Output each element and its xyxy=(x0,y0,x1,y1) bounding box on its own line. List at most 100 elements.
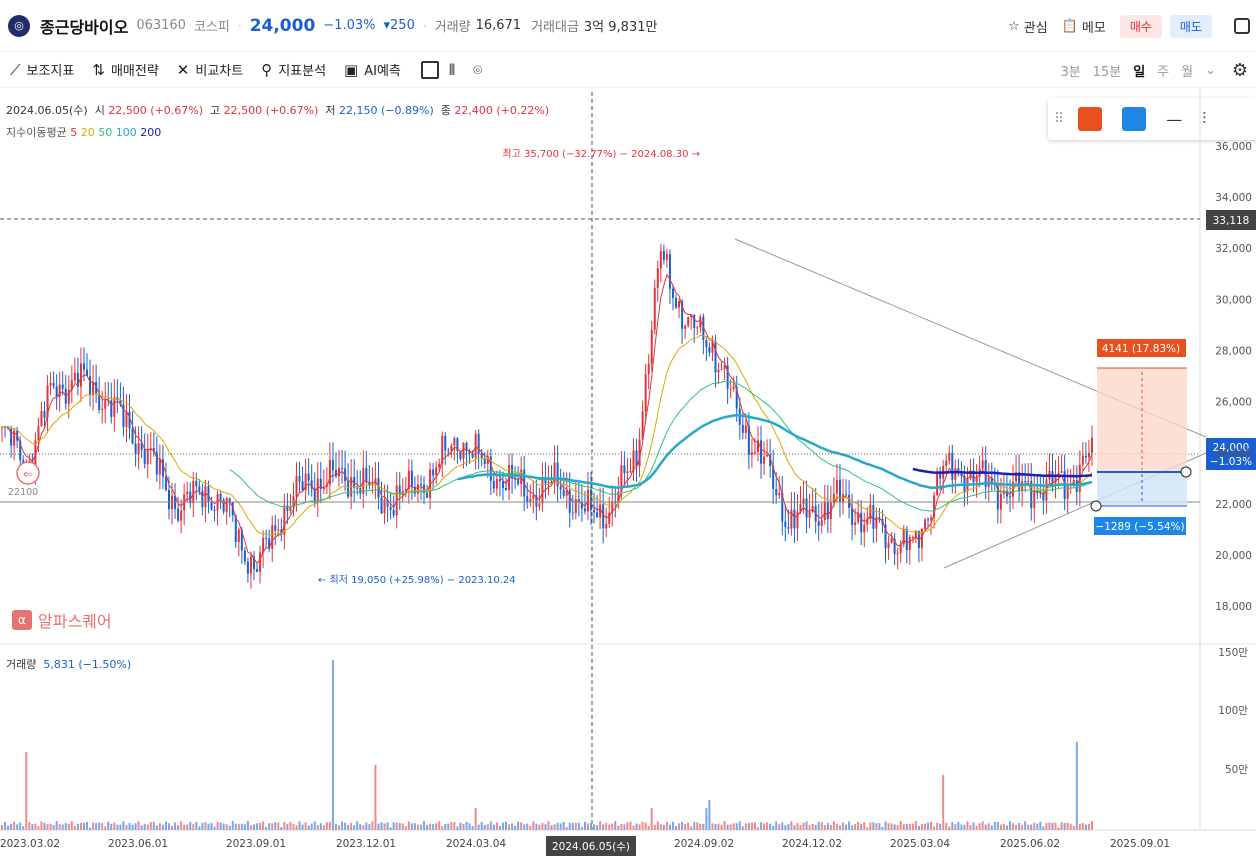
period-3min[interactable]: 3분 xyxy=(1060,61,1080,80)
candle-body xyxy=(535,495,538,507)
volume-bar xyxy=(951,821,954,830)
candle-body xyxy=(523,469,526,497)
volume-bar xyxy=(435,823,438,830)
strategy-tool[interactable]: ⇅ 매매전략 xyxy=(92,60,158,80)
volume-bar xyxy=(289,822,292,830)
candle-body xyxy=(143,449,146,465)
volume-bar xyxy=(814,824,817,830)
volume-legend-value: 5,831 (−1.50%) xyxy=(43,658,132,671)
volume-bar xyxy=(577,822,580,830)
volume-bar xyxy=(562,821,565,830)
chart-type-square-icon[interactable] xyxy=(420,60,439,79)
period-15min[interactable]: 15분 xyxy=(1093,61,1122,80)
candle-body xyxy=(216,493,219,511)
volume-bar xyxy=(1008,821,1011,830)
volume-bar xyxy=(28,821,31,830)
candle-body xyxy=(756,440,759,452)
volume-bar xyxy=(450,822,453,830)
volume-bar xyxy=(1045,823,1048,830)
volume-bar xyxy=(143,823,146,830)
candle-body xyxy=(902,529,905,545)
volume-bar xyxy=(70,821,73,830)
candle-body xyxy=(134,443,137,455)
drawing-color-panel: ⠿ — ⫶ xyxy=(1048,98,1256,140)
candle-body xyxy=(620,465,623,492)
candle-body xyxy=(380,497,383,514)
volume-bar xyxy=(917,825,920,830)
candle-body xyxy=(826,501,829,520)
volume-bar xyxy=(614,821,617,830)
volume-bar xyxy=(489,821,492,830)
candle-body xyxy=(146,450,149,465)
period-day[interactable]: 일 xyxy=(1133,61,1145,80)
volume-bar xyxy=(52,825,55,830)
buy-button[interactable]: 매수 xyxy=(1119,14,1162,38)
candle-body xyxy=(207,486,210,502)
candle-body xyxy=(389,506,392,511)
candle-body xyxy=(101,408,104,410)
time-tick-label: 2025.03.04 xyxy=(890,838,950,850)
ema-legend[interactable]: 지수이동평균 5 20 50 100 200 xyxy=(6,124,161,140)
candle-body xyxy=(365,468,368,483)
volume-bar xyxy=(957,821,960,830)
volume-bar xyxy=(732,823,735,830)
candle-body xyxy=(289,506,292,512)
candle-body xyxy=(860,512,863,533)
volume-bar xyxy=(95,823,98,830)
volume-bar xyxy=(383,823,386,830)
candle-body xyxy=(362,468,365,494)
orange-swatch[interactable] xyxy=(1078,107,1103,131)
gear-icon[interactable]: ⚙ xyxy=(1232,60,1248,81)
ai-tool[interactable]: ▣ AI예측 xyxy=(344,60,401,80)
blue-swatch[interactable] xyxy=(1122,107,1147,131)
chevron-down-icon[interactable]: ⌄ xyxy=(1205,63,1216,78)
candle-body xyxy=(565,490,568,496)
candle-body xyxy=(416,484,419,494)
volume-bar xyxy=(13,821,16,830)
candle-body xyxy=(37,426,40,441)
volume-bar xyxy=(76,823,79,830)
candle-body xyxy=(341,468,344,470)
volume-bar xyxy=(590,822,593,830)
volume-bar xyxy=(186,824,189,830)
memo-button[interactable]: 📋 메모 xyxy=(1062,17,1106,36)
candle-body xyxy=(823,501,826,521)
line-style-icon[interactable]: — xyxy=(1166,110,1182,129)
screenshot-button[interactable]: ⌾ xyxy=(473,61,482,79)
candle-body xyxy=(231,502,234,516)
analysis-tool[interactable]: ⚲ 지표분석 xyxy=(261,60,326,80)
sell-button[interactable]: 매도 xyxy=(1169,14,1212,38)
period-month[interactable]: 월 xyxy=(1181,61,1193,80)
volume-bar xyxy=(914,821,917,830)
volume-bar xyxy=(325,822,328,830)
volume-bar xyxy=(1039,821,1042,830)
compare-tool[interactable]: ✕ 비교차트 xyxy=(177,60,243,80)
volume-bar xyxy=(896,825,899,830)
side-panel-icon[interactable] xyxy=(1234,18,1250,34)
volume-bar xyxy=(322,825,325,830)
period-week[interactable]: 주 xyxy=(1157,61,1169,80)
candle-body xyxy=(668,254,671,289)
candle-body xyxy=(82,363,85,370)
candle-body xyxy=(635,450,638,467)
candle-body xyxy=(298,476,301,482)
candle-body xyxy=(741,424,744,433)
indicator-tool[interactable]: ⟋ 보조지표 xyxy=(10,60,74,80)
volume-bar xyxy=(948,826,951,830)
ai-icon: ▣ xyxy=(344,60,359,79)
candle-type-button[interactable]: ⫴ xyxy=(449,61,455,79)
volume-bar xyxy=(471,825,474,830)
volume-bar xyxy=(650,808,653,830)
target-down-zone xyxy=(1097,472,1187,506)
volume-bar xyxy=(702,823,705,830)
volume-bar xyxy=(256,823,259,830)
volume-bar xyxy=(7,825,10,830)
candle-body xyxy=(140,443,143,450)
candle-body xyxy=(183,494,186,511)
settings-sliders-icon[interactable]: ⫶ xyxy=(1202,109,1206,129)
drag-handle-icon[interactable]: ⠿ xyxy=(1054,111,1064,127)
watch-button[interactable]: ☆ 관심 xyxy=(1008,17,1048,36)
candle-body xyxy=(76,372,79,387)
volume-bar xyxy=(347,825,350,830)
market-name: 코스피 xyxy=(193,20,230,35)
